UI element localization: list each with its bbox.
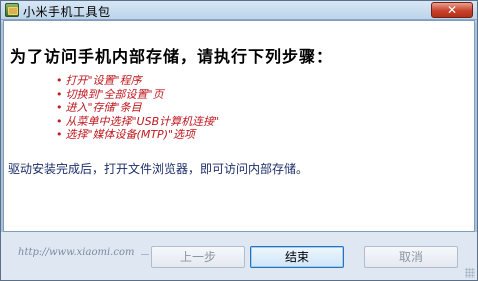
dialog-window: 小米手机工具包 ✕ 为了访问手机内部存储，请执行下列步骤： 打开"设置"程序 切… (0, 0, 478, 281)
step-item: 选择"媒体设备(MTP)"选项 (56, 128, 219, 142)
instructions-heading: 为了访问手机内部存储，请执行下列步骤： (10, 47, 334, 66)
step-item: 打开"设置"程序 (56, 74, 219, 88)
cancel-button[interactable]: 取消 (364, 246, 458, 268)
step-item: 进入"存储"条目 (56, 101, 219, 115)
content-panel: 为了访问手机内部存储，请执行下列步骤： 打开"设置"程序 切换到"全部设置"页 … (3, 20, 475, 232)
button-bar: http://www.xiaomi.com 上一步 结束 取消 (1, 232, 477, 280)
close-icon: ✕ (446, 3, 458, 17)
back-button[interactable]: 上一步 (151, 246, 245, 268)
divider (141, 254, 149, 255)
step-item: 切换到"全部设置"页 (56, 88, 219, 102)
title-bar[interactable]: 小米手机工具包 ✕ (1, 1, 477, 20)
window-title: 小米手机工具包 (23, 5, 111, 19)
steps-list: 打开"设置"程序 切换到"全部设置"页 进入"存储"条目 从菜单中选择"USB计… (56, 74, 220, 142)
app-toolbox-icon (5, 3, 19, 17)
resize-grip-icon[interactable] (465, 268, 475, 278)
website-link: http://www.xiaomi.com (18, 247, 135, 258)
driver-note: 驱动安装完成后，打开文件浏览器，即可访问内部存储。 (8, 162, 309, 176)
step-item: 从菜单中选择"USB计算机连接" (56, 115, 220, 129)
finish-button[interactable]: 结束 (250, 246, 344, 268)
close-button[interactable]: ✕ (431, 2, 473, 18)
